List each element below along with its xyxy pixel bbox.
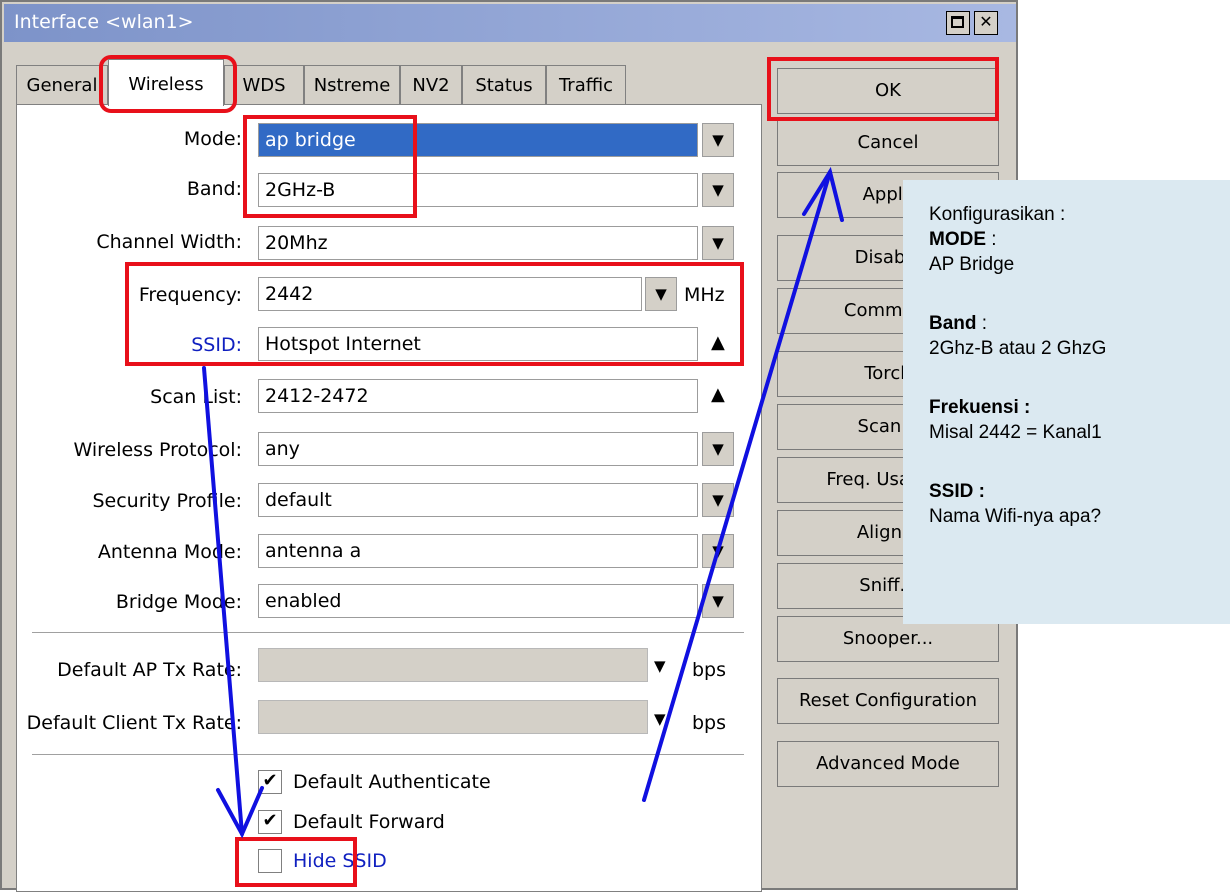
- tab-wireless[interactable]: Wireless: [108, 59, 224, 106]
- note-heading: Konfigurasikan :: [929, 204, 1066, 225]
- arrow-to-hide-ssid: [202, 366, 244, 836]
- configuration-note: Konfigurasikan : MODE : AP Bridge Band :…: [903, 180, 1230, 624]
- note-mode-sep: :: [986, 229, 997, 250]
- note-mode-title: MODE: [929, 229, 986, 250]
- note-frequency-value: Misal 2442 = Kanal1: [929, 422, 1102, 443]
- note-ssid-title: SSID :: [929, 481, 985, 502]
- note-frequency-title: Frekuensi :: [929, 397, 1031, 418]
- note-mode-value: AP Bridge: [929, 254, 1015, 275]
- note-band-sep: :: [976, 313, 988, 334]
- arrow-to-ok: [642, 170, 832, 802]
- note-ssid-value: Nama Wifi-nya apa?: [929, 506, 1102, 527]
- note-band-value: 2Ghz-B atau 2 GhzG: [929, 338, 1107, 359]
- note-band-title: Band: [929, 313, 977, 334]
